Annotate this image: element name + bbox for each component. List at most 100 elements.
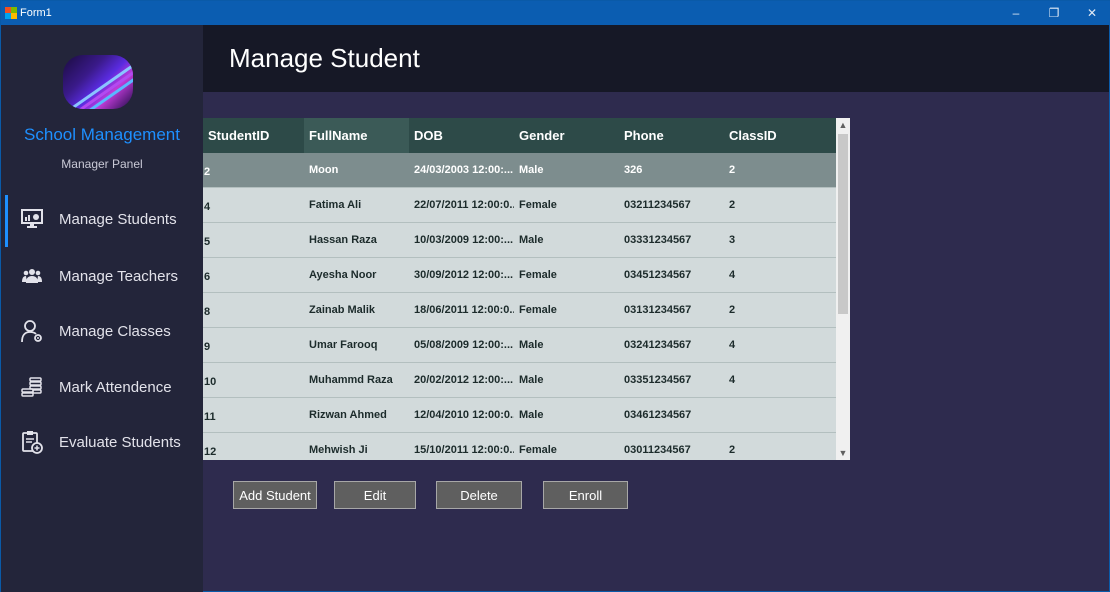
brand-title: School Management <box>24 125 180 144</box>
column-header[interactable]: FullName <box>304 118 409 153</box>
table-row[interactable]: 6 Ayesha Noor 30/09/2012 12:00:... Female 03… <box>203 258 836 293</box>
table-cell[interactable]: 326 <box>619 153 724 187</box>
table-cell[interactable]: Female <box>514 188 619 222</box>
table-row[interactable]: 8 Zainab Malik 18/06/2011 12:00:0... Female… <box>203 293 836 328</box>
table-cell[interactable]: Muhammd Raza <box>304 363 409 397</box>
restore-button[interactable]: ❐ <box>1035 1 1073 25</box>
sidebar-item-mark-attendence[interactable]: Mark Attendence <box>1 361 203 413</box>
table-cell[interactable]: Male <box>514 363 619 397</box>
table-cell[interactable]: 3 <box>724 223 836 257</box>
sidebar-item-manage-students[interactable]: Manage Students <box>1 193 203 247</box>
table-cell[interactable]: 03331234567 <box>619 223 724 257</box>
page-header: Manage Student <box>203 25 1109 92</box>
table-cell[interactable]: 11 <box>203 398 304 432</box>
column-header[interactable]: DOB <box>409 118 514 153</box>
table-cell[interactable]: 03011234567 <box>619 433 724 460</box>
sidebar-item-label: Manage Classes <box>59 322 171 340</box>
table-cell[interactable]: Male <box>514 153 619 187</box>
table-cell[interactable]: 12/04/2010 12:00:0... <box>409 398 514 432</box>
table-cell[interactable]: Rizwan Ahmed <box>304 398 409 432</box>
add-student-button[interactable]: Add Student <box>233 481 317 509</box>
table-cell[interactable]: 18/06/2011 12:00:0... <box>409 293 514 327</box>
column-header[interactable]: ClassID <box>724 118 836 153</box>
table-cell[interactable]: Moon <box>304 153 409 187</box>
window-title: Form1 <box>20 7 52 19</box>
table-row[interactable]: 10 Muhammd Raza 20/02/2012 12:00:... Male 03… <box>203 363 836 398</box>
table-cell[interactable]: 2 <box>724 433 836 460</box>
sidebar: School Management Manager Panel Manage S… <box>1 25 203 592</box>
table-row[interactable]: 9 Umar Farooq 05/08/2009 12:00:... Male 0324… <box>203 328 836 363</box>
table-cell[interactable]: Female <box>514 258 619 292</box>
table-cell[interactable]: 4 <box>724 363 836 397</box>
table-cell[interactable]: 12 <box>203 433 304 460</box>
column-header[interactable]: Phone <box>619 118 724 153</box>
table-cell[interactable]: 5 <box>203 223 304 257</box>
table-cell[interactable]: 03461234567 <box>619 398 724 432</box>
delete-button[interactable]: Delete <box>436 481 522 509</box>
table-cell[interactable]: 03131234567 <box>619 293 724 327</box>
table-cell[interactable]: 15/10/2011 12:00:0... <box>409 433 514 460</box>
table-cell[interactable]: 2 <box>724 153 836 187</box>
sidebar-item-label: Manage Students <box>59 210 177 228</box>
close-button[interactable]: ✕ <box>1073 1 1110 25</box>
brand-subtitle: Manager Panel <box>61 157 143 171</box>
table-cell[interactable]: Male <box>514 398 619 432</box>
table-cell[interactable]: Mehwish Ji <box>304 433 409 460</box>
table-cell[interactable]: 03351234567 <box>619 363 724 397</box>
table-cell[interactable]: 4 <box>724 328 836 362</box>
table-cell[interactable]: Ayesha Noor <box>304 258 409 292</box>
sidebar-item-manage-teachers[interactable]: Manage Teachers <box>1 250 203 302</box>
table-cell[interactable]: 30/09/2012 12:00:... <box>409 258 514 292</box>
students-grid[interactable]: StudentID FullName DOB Gender Phone Clas… <box>203 118 850 460</box>
sidebar-item-manage-classes[interactable]: Manage Classes <box>1 305 203 357</box>
table-cell[interactable]: Male <box>514 223 619 257</box>
table-cell[interactable]: 4 <box>724 258 836 292</box>
table-cell[interactable]: 03451234567 <box>619 258 724 292</box>
table-cell[interactable]: 03211234567 <box>619 188 724 222</box>
table-cell[interactable]: 4 <box>203 188 304 222</box>
table-cell[interactable]: 6 <box>203 258 304 292</box>
table-cell[interactable]: 05/08/2009 12:00:... <box>409 328 514 362</box>
table-cell[interactable]: 03241234567 <box>619 328 724 362</box>
table-cell[interactable]: 24/03/2003 12:00:... <box>409 153 514 187</box>
vertical-scrollbar[interactable]: ▲ ▼ <box>836 118 850 460</box>
table-cell[interactable]: Female <box>514 433 619 460</box>
scroll-down-icon[interactable]: ▼ <box>836 446 850 460</box>
sidebar-item-evaluate-students[interactable]: Evaluate Students <box>1 416 203 468</box>
grid-header: StudentID FullName DOB Gender Phone Clas… <box>203 118 836 153</box>
sidebar-item-label: Mark Attendence <box>59 378 172 396</box>
table-cell[interactable]: 10/03/2009 12:00:... <box>409 223 514 257</box>
table-cell[interactable] <box>724 398 836 432</box>
scroll-thumb[interactable] <box>838 134 848 314</box>
table-cell[interactable]: Zainab Malik <box>304 293 409 327</box>
table-row[interactable]: 5 Hassan Raza 10/03/2009 12:00:... Male 0333… <box>203 223 836 258</box>
minimize-button[interactable]: – <box>997 1 1035 25</box>
table-cell[interactable]: 10 <box>203 363 304 397</box>
edit-button[interactable]: Edit <box>334 481 416 509</box>
title-bar: Form1 – ❐ ✕ <box>1 1 1110 25</box>
table-row[interactable]: 12 Mehwish Ji 15/10/2011 12:00:0... Female 0… <box>203 433 836 460</box>
table-cell[interactable]: Hassan Raza <box>304 223 409 257</box>
table-cell[interactable]: 2 <box>724 293 836 327</box>
table-cell[interactable]: 8 <box>203 293 304 327</box>
column-header[interactable]: StudentID <box>203 118 304 153</box>
sidebar-item-label: Evaluate Students <box>59 433 181 451</box>
table-cell[interactable]: Umar Farooq <box>304 328 409 362</box>
table-row[interactable]: 11 Rizwan Ahmed 12/04/2010 12:00:0... Male 0… <box>203 398 836 433</box>
table-cell[interactable]: 20/02/2012 12:00:... <box>409 363 514 397</box>
column-header[interactable]: Gender <box>514 118 619 153</box>
table-cell[interactable]: 2 <box>724 188 836 222</box>
scroll-up-icon[interactable]: ▲ <box>836 118 850 132</box>
users-icon <box>21 265 43 287</box>
logo-image <box>63 55 133 109</box>
table-cell[interactable]: 9 <box>203 328 304 362</box>
table-cell[interactable]: Male <box>514 328 619 362</box>
table-row[interactable]: 4 Fatima Ali 22/07/2011 12:00:0... Female 03… <box>203 188 836 223</box>
table-cell[interactable]: Female <box>514 293 619 327</box>
enroll-button[interactable]: Enroll <box>543 481 628 509</box>
table-cell[interactable]: Fatima Ali <box>304 188 409 222</box>
user-gear-icon <box>21 320 43 343</box>
table-cell[interactable]: 2 <box>203 153 304 187</box>
table-cell[interactable]: 22/07/2011 12:00:0... <box>409 188 514 222</box>
table-row[interactable]: 2 Moon 24/03/2003 12:00:... Male 326 2 <box>203 153 836 188</box>
